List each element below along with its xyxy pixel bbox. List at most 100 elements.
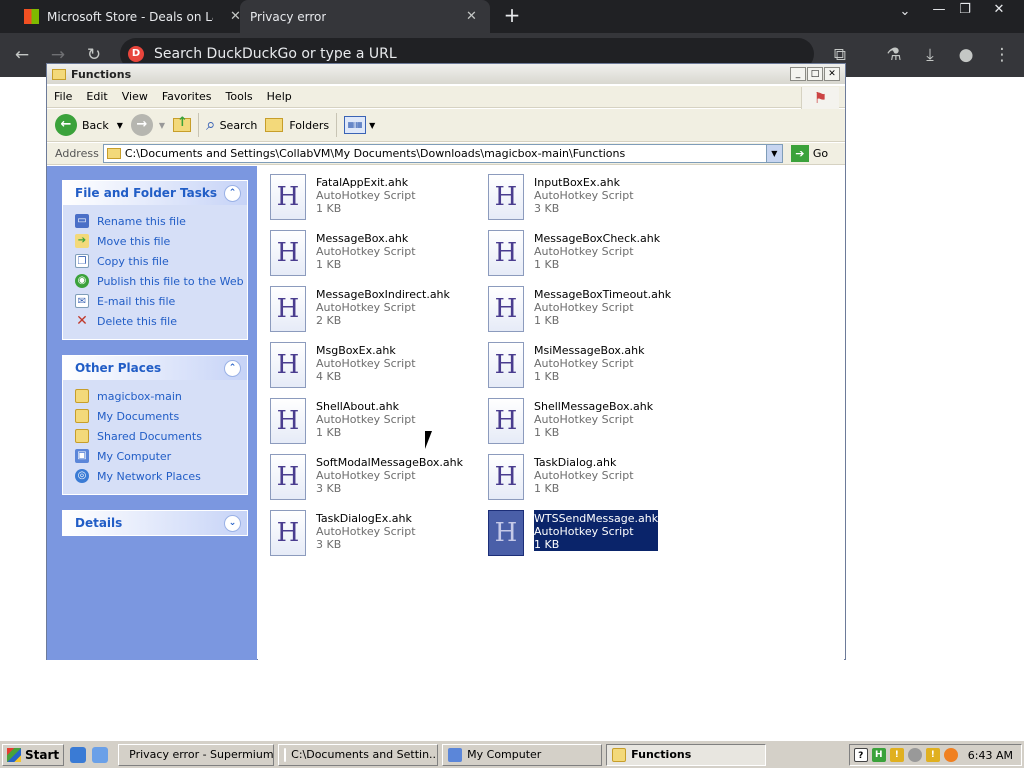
back-arrow-icon[interactable]: ← [8, 41, 36, 69]
taskbar-button-supermium[interactable]: Privacy error - Supermium [118, 743, 275, 766]
task-email[interactable]: ✉ E-mail this file [75, 291, 247, 311]
file-item[interactable]: H TaskDialog.ahk AutoHotkey Script 1 KB [488, 454, 698, 504]
task-rename[interactable]: ▭ Rename this file [75, 211, 247, 231]
file-item[interactable]: H MessageBoxIndirect.ahk AutoHotkey Script… [270, 286, 480, 336]
autohotkey-icon[interactable]: H [871, 748, 886, 762]
menu-view[interactable]: View [115, 90, 155, 103]
back-button[interactable]: ← Back ▼ [51, 112, 127, 138]
ahk-file-icon: H [270, 454, 306, 500]
place-my-documents[interactable]: My Documents [75, 406, 247, 426]
start-label: Start [25, 747, 60, 762]
chevron-down-icon[interactable]: ▼ [159, 121, 165, 130]
file-list: H FatalAppExit.ahk AutoHotkey Script 1 KB H I… [258, 166, 844, 660]
place-my-network-places[interactable]: ◎ My Network Places [75, 466, 247, 486]
collapse-icon[interactable]: ⌃ [224, 359, 241, 377]
go-button[interactable]: ➔ Go [790, 145, 828, 162]
file-item[interactable]: H MsiMessageBox.ahk AutoHotkey Script 1 KB [488, 342, 698, 392]
clock: 6:43 AM [967, 748, 1013, 762]
file-item[interactable]: H ShellAbout.ahk AutoHotkey Script 1 KB [270, 398, 480, 448]
help-icon[interactable]: ? [853, 748, 868, 762]
forward-button[interactable]: → ▼ [127, 112, 169, 138]
start-button[interactable]: Start [2, 743, 65, 766]
close-tab-icon[interactable]: ✕ [466, 9, 477, 24]
file-type: AutoHotkey Script [534, 357, 634, 370]
file-item[interactable]: H SoftModalMessageBox.ahk AutoHotkey Scrip… [270, 454, 480, 504]
place-my-computer[interactable]: ▣ My Computer [75, 446, 247, 466]
menu-edit[interactable]: Edit [79, 90, 114, 103]
folders-button[interactable]: Folders [261, 112, 333, 138]
menu-kebab-icon[interactable]: ⋮ [988, 41, 1016, 69]
file-item[interactable]: H WTSSendMessage.ahk AutoHotkey Script 1 KB [488, 510, 698, 560]
menu-tools[interactable]: Tools [219, 90, 260, 103]
window-title: Functions [71, 67, 132, 81]
up-folder-button[interactable]: ↑ [169, 112, 195, 138]
restore-button[interactable]: ❐ [950, 2, 980, 17]
file-item[interactable]: H FatalAppExit.ahk AutoHotkey Script 1 KB [270, 174, 480, 224]
new-tab-button[interactable]: + [497, 3, 527, 27]
network-icon[interactable] [907, 748, 922, 762]
address-dropdown-icon[interactable]: ▼ [765, 145, 782, 162]
file-item[interactable]: H TaskDialogEx.ahk AutoHotkey Script 3 KB [270, 510, 480, 560]
close-window-button[interactable]: ✕ [984, 2, 1014, 17]
security-shield-icon[interactable]: ! [889, 748, 904, 762]
ahk-file-icon: H [270, 510, 306, 556]
profile-icon[interactable]: ● [952, 41, 980, 69]
place-label: My Computer [97, 449, 172, 463]
show-desktop-icon[interactable] [92, 746, 109, 763]
maximize-button[interactable]: □ [807, 67, 823, 81]
tab-search-chevron-icon[interactable]: ⌄ [890, 4, 920, 19]
taskbar-button-my-computer[interactable]: My Computer [442, 743, 603, 766]
file-size: 3 KB [534, 202, 560, 215]
chevron-down-icon[interactable]: ▼ [117, 121, 123, 130]
file-name: MessageBox.ahk [316, 232, 409, 245]
security-alert-icon[interactable]: ! [925, 748, 940, 762]
menu-file[interactable]: File [47, 90, 79, 103]
file-name: MsiMessageBox.ahk [534, 344, 645, 357]
menu-favorites[interactable]: Favorites [155, 90, 219, 103]
file-text: InputBoxEx.ahk AutoHotkey Script 3 KB [534, 174, 634, 215]
place-magicbox-main[interactable]: magicbox-main [75, 386, 247, 406]
task-delete[interactable]: ✕ Delete this file [75, 311, 247, 331]
task-copy[interactable]: ❐ Copy this file [75, 251, 247, 271]
download-icon[interactable]: ⤓ [916, 41, 944, 69]
task-label: Move this file [97, 234, 171, 248]
file-size: 1 KB [534, 426, 560, 439]
expand-icon[interactable]: ⌄ [224, 514, 241, 532]
menu-help[interactable]: Help [260, 90, 299, 103]
file-item[interactable]: H MessageBox.ahk AutoHotkey Script 1 KB [270, 230, 480, 280]
search-tray-icon[interactable] [943, 748, 958, 762]
taskbar: Start Privacy error - Supermium C:\Docum… [0, 740, 1024, 768]
file-item[interactable]: H MsgBoxEx.ahk AutoHotkey Script 4 KB [270, 342, 480, 392]
file-item[interactable]: H ShellMessageBox.ahk AutoHotkey Script 1 K… [488, 398, 698, 448]
file-item[interactable]: H MessageBoxTimeout.ahk AutoHotkey Script 1… [488, 286, 698, 336]
file-name: ShellMessageBox.ahk [534, 400, 654, 413]
file-item[interactable]: H InputBoxEx.ahk AutoHotkey Script 3 KB [488, 174, 698, 224]
file-text: TaskDialogEx.ahk AutoHotkey Script 3 KB [316, 510, 416, 551]
search-button[interactable]: ⌕ Search [202, 112, 261, 138]
place-shared-documents[interactable]: Shared Documents [75, 426, 247, 446]
panel-header[interactable]: Other Places ⌃ [63, 356, 247, 380]
tab-privacy-error[interactable]: Privacy error ✕ [240, 0, 490, 33]
address-path: C:\Documents and Settings\CollabVM\My Do… [124, 147, 626, 160]
file-name: InputBoxEx.ahk [534, 176, 620, 189]
minimize-button[interactable]: _ [790, 67, 806, 81]
file-item[interactable]: H MessageBoxCheck.ahk AutoHotkey Script 1 K… [488, 230, 698, 280]
file-size: 1 KB [534, 370, 560, 383]
panel-header[interactable]: File and Folder Tasks ⌃ [63, 181, 247, 205]
file-size: 1 KB [316, 426, 342, 439]
views-button[interactable]: ▦▦ ▼ [340, 112, 379, 138]
close-button[interactable]: ✕ [824, 67, 840, 81]
labs-flask-icon[interactable]: ⚗ [880, 41, 908, 69]
taskbar-button-functions[interactable]: Functions [606, 743, 767, 766]
address-input[interactable]: C:\Documents and Settings\CollabVM\My Do… [102, 144, 783, 163]
collapse-icon[interactable]: ⌃ [224, 184, 241, 202]
panel-header[interactable]: Details ⌄ [63, 511, 247, 535]
taskbar-button-cmd[interactable]: C:\Documents and Settin... [278, 743, 439, 766]
ie-icon[interactable] [70, 746, 87, 763]
task-publish[interactable]: ◉ Publish this file to the Web [75, 271, 247, 291]
task-move[interactable]: ➔ Move this file [75, 231, 247, 251]
explorer-titlebar[interactable]: Functions _ □ ✕ [47, 64, 845, 84]
file-text: SoftModalMessageBox.ahk AutoHotkey Script… [316, 454, 463, 495]
tab-microsoft-store[interactable]: Microsoft Store - Deals on Laptops ✕ [10, 0, 242, 33]
file-name: MessageBoxIndirect.ahk [316, 288, 450, 301]
